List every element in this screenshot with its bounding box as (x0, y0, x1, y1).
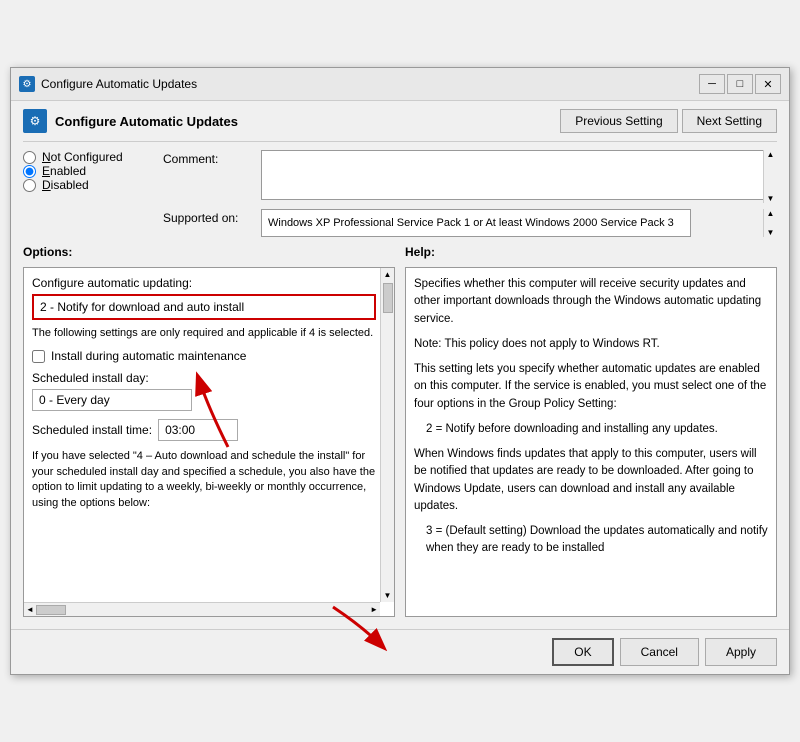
section-labels: Options: Help: (23, 245, 777, 259)
disabled-row: Disabled (23, 178, 163, 192)
options-hscroll-thumb[interactable] (36, 605, 66, 615)
bottom-bar: OK Cancel Apply (11, 629, 789, 674)
disabled-label: Disabled (42, 178, 89, 192)
maintenance-checkbox-row: Install during automatic maintenance (32, 349, 376, 363)
supported-scroll-down[interactable]: ▼ (767, 228, 775, 237)
help-para-3: This setting lets you specify whether au… (414, 361, 768, 413)
radio-section: Not Configured Enabled Disabled (23, 150, 163, 237)
window-controls: ─ □ ✕ (699, 74, 781, 94)
comment-scrollbar: ▲ ▼ (763, 150, 777, 203)
options-label-wrapper: Options: (23, 245, 395, 259)
schedule-time-label: Scheduled install time: (32, 423, 152, 437)
help-box: Specifies whether this computer will rec… (405, 267, 777, 617)
header-left: ⚙ Configure Automatic Updates (23, 109, 238, 133)
previous-setting-button[interactable]: Previous Setting (560, 109, 677, 133)
not-configured-row: Not Configured (23, 150, 163, 164)
supported-wrapper: Windows XP Professional Service Pack 1 o… (261, 209, 777, 237)
options-hscrollbar: ◄ ► (24, 602, 380, 616)
comment-textarea[interactable] (261, 150, 777, 200)
auto-update-dropdown[interactable]: 2 - Notify for download and auto install… (32, 294, 376, 320)
options-section: Configure automatic updating: 2 - Notify… (23, 267, 395, 617)
time-input-wrapper: 03:00 04:00 05:00 (158, 419, 238, 441)
comment-group: Comment: ▲ ▼ (163, 150, 777, 203)
title-bar: ⚙ Configure Automatic Updates ─ □ ✕ (11, 68, 789, 101)
supported-text: Windows XP Professional Service Pack 1 o… (268, 217, 674, 229)
not-configured-label: Not Configured (42, 150, 123, 164)
help-para-2: Note: This policy does not apply to Wind… (414, 336, 768, 353)
time-input[interactable]: 03:00 04:00 05:00 (158, 419, 238, 441)
maximize-button[interactable]: □ (727, 74, 753, 94)
apply-button[interactable]: Apply (705, 638, 777, 666)
top-section: Not Configured Enabled Disabled Comment: (23, 150, 777, 237)
options-label: Options: (23, 245, 72, 259)
comment-wrapper: ▲ ▼ (261, 150, 777, 203)
header-row: ⚙ Configure Automatic Updates Previous S… (23, 109, 777, 142)
options-inner: Configure automatic updating: 2 - Notify… (24, 268, 394, 616)
maintenance-label: Install during automatic maintenance (51, 349, 246, 363)
minimize-button[interactable]: ─ (699, 74, 725, 94)
dropdown-wrapper: 2 - Notify for download and auto install… (32, 294, 376, 320)
ok-button[interactable]: OK (552, 638, 613, 666)
title-bar-text: Configure Automatic Updates (41, 77, 197, 91)
help-para-1: Specifies whether this computer will rec… (414, 276, 768, 328)
configure-label: Configure automatic updating: (32, 276, 376, 290)
help-label: Help: (405, 245, 435, 259)
options-box: Configure automatic updating: 2 - Notify… (23, 267, 395, 617)
help-para-4: 2 = Notify before downloading and instal… (414, 421, 768, 438)
next-setting-button[interactable]: Next Setting (682, 109, 777, 133)
maintenance-checkbox[interactable] (32, 350, 45, 363)
disabled-radio[interactable] (23, 179, 36, 192)
options-scroll-thumb[interactable] (383, 283, 393, 313)
options-note: The following settings are only required… (32, 326, 376, 341)
not-configured-radio[interactable] (23, 151, 36, 164)
options-hscroll-left[interactable]: ◄ (26, 605, 34, 614)
header-icon: ⚙ (23, 109, 47, 133)
comment-label: Comment: (163, 150, 253, 166)
comment-supported-section: Comment: ▲ ▼ Supported on: Windows XP Pr… (163, 150, 777, 237)
options-vscrollbar: ▲ ▼ (380, 268, 394, 602)
options-hscroll-right[interactable]: ► (370, 605, 378, 614)
enabled-row: Enabled (23, 164, 163, 178)
enabled-label: Enabled (42, 164, 86, 178)
enabled-radio[interactable] (23, 165, 36, 178)
scroll-down-arrow[interactable]: ▼ (767, 194, 775, 203)
help-section: Specifies whether this computer will rec… (405, 267, 777, 617)
supported-group: Supported on: Windows XP Professional Se… (163, 209, 777, 237)
title-bar-left: ⚙ Configure Automatic Updates (19, 76, 197, 92)
header-buttons: Previous Setting Next Setting (560, 109, 777, 133)
cancel-button[interactable]: Cancel (620, 638, 699, 666)
help-para-5: When Windows finds updates that apply to… (414, 446, 768, 515)
supported-box: Windows XP Professional Service Pack 1 o… (261, 209, 691, 237)
main-window: ⚙ Configure Automatic Updates ─ □ ✕ ⚙ Co… (10, 67, 790, 675)
header-title: Configure Automatic Updates (55, 114, 238, 129)
long-note: If you have selected "4 – Auto download … (32, 449, 376, 511)
supported-scroll-up[interactable]: ▲ (767, 209, 775, 218)
schedule-day-dropdown[interactable]: 0 - Every day 1 - Sunday 2 - Monday 3 - … (32, 389, 192, 411)
content-area: ⚙ Configure Automatic Updates Previous S… (11, 101, 789, 625)
supported-scrollbar: ▲ ▼ (763, 209, 777, 237)
supported-label: Supported on: (163, 209, 253, 225)
sections-row: Configure automatic updating: 2 - Notify… (23, 267, 777, 617)
close-button[interactable]: ✕ (755, 74, 781, 94)
help-label-wrapper: Help: (405, 245, 777, 259)
options-scroll-down[interactable]: ▼ (382, 589, 394, 602)
window-icon: ⚙ (19, 76, 35, 92)
schedule-day-label: Scheduled install day: (32, 371, 376, 385)
help-para-6: 3 = (Default setting) Download the updat… (414, 523, 768, 558)
schedule-day-wrapper: 0 - Every day 1 - Sunday 2 - Monday 3 - … (32, 389, 192, 411)
options-scroll-up[interactable]: ▲ (382, 268, 394, 281)
time-row: Scheduled install time: 03:00 04:00 05:0… (32, 419, 376, 441)
scroll-up-arrow[interactable]: ▲ (767, 150, 775, 159)
